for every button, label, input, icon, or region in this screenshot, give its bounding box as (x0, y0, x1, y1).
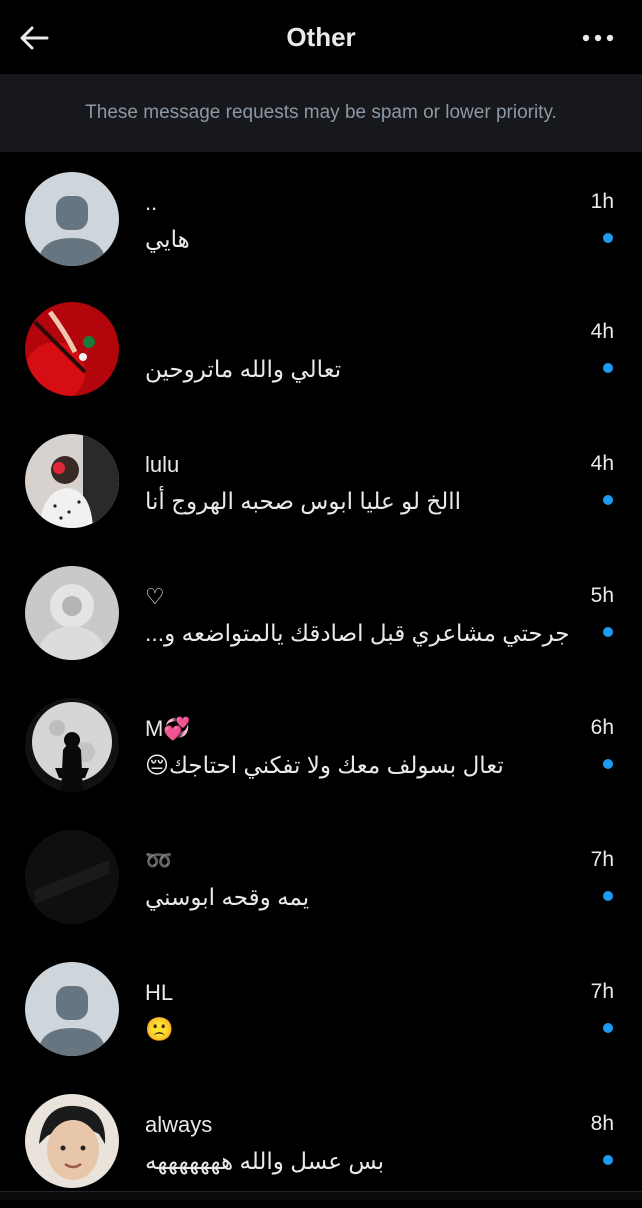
avatar-photo (25, 566, 119, 660)
conversation-message: جرحتي مشاعري قبل اصادقك يالمتواضعه و... (145, 620, 570, 646)
conversation-row[interactable]: تعالي والله ماتروحين 4h (0, 284, 642, 416)
bottom-navigation-bar (0, 1191, 642, 1200)
conversation-name: lulu (145, 452, 180, 477)
conversation-time: 6h (590, 716, 614, 739)
unread-indicator (603, 1023, 613, 1033)
conversation-time: 7h (590, 980, 614, 1003)
conversation-row[interactable]: ➿ يمه وقحه ابوسني 7h (0, 812, 642, 944)
conversation-message: بس عسل والله هههههههه (145, 1148, 385, 1174)
conversation-message: يمه وقحه ابوسني (145, 884, 310, 910)
conversation-name: ➿ (145, 848, 173, 873)
conversation-row[interactable]: ♡ جرحتي مشاعري قبل اصادقك يالمتواضعه و..… (0, 548, 642, 680)
unread-indicator (603, 495, 613, 505)
conversation-message: تعالي والله ماتروحين (145, 356, 342, 382)
conversation-row[interactable]: .. هايي 1h (0, 152, 642, 284)
avatar (25, 1094, 119, 1188)
conversation-message: االخ لو عليا ابوس صحبه الهروج أنا (145, 488, 461, 514)
arrow-left-icon (20, 26, 49, 50)
avatar (25, 434, 119, 528)
avatar (25, 566, 119, 660)
conversation-time: 4h (590, 452, 614, 475)
avatar-photo (25, 302, 119, 396)
avatar (25, 302, 119, 396)
back-button[interactable] (14, 18, 54, 58)
unread-indicator (603, 1155, 613, 1165)
conversation-row[interactable]: lulu االخ لو عليا ابوس صحبه الهروج أنا 4… (0, 416, 642, 548)
avatar-photo (25, 698, 119, 792)
avatar (25, 962, 119, 1056)
avatar-photo (25, 1094, 119, 1188)
avatar-photo (25, 830, 119, 924)
unread-indicator (603, 233, 613, 243)
more-options-button[interactable] (578, 18, 618, 58)
more-horizontal-icon (582, 34, 614, 42)
conversation-time: 8h (590, 1112, 614, 1135)
avatar (25, 172, 119, 266)
avatar (25, 698, 119, 792)
conversation-time: 5h (590, 584, 614, 607)
conversation-message: تعال بسولف معك ولا تفكني احتاجك😔 (145, 752, 504, 778)
spam-notice-text: These message requests may be spam or lo… (85, 102, 557, 123)
page-title: Other (286, 21, 356, 52)
conversation-name: always (145, 1112, 213, 1137)
conversation-name: ♡ (145, 584, 165, 609)
conversation-name: M💞 (145, 716, 191, 741)
unread-indicator (603, 627, 613, 637)
conversation-list: .. هايي 1h تعالي والله ماتروحين 4h lulu … (0, 152, 642, 1208)
header: Other (0, 0, 642, 74)
conversation-message: 🙁 (145, 1016, 174, 1042)
unread-indicator (603, 363, 613, 373)
conversation-row[interactable]: M💞 تعال بسولف معك ولا تفكني احتاجك😔 6h (0, 680, 642, 812)
conversation-row[interactable]: always بس عسل والله هههههههه 8h (0, 1076, 642, 1208)
conversation-time: 1h (590, 190, 614, 213)
avatar (25, 830, 119, 924)
avatar-photo (25, 434, 119, 528)
conversation-message: هايي (145, 226, 190, 252)
unread-indicator (603, 891, 613, 901)
conversation-time: 4h (590, 320, 614, 343)
spam-notice: These message requests may be spam or lo… (0, 74, 642, 152)
default-avatar-icon (25, 172, 119, 266)
unread-indicator (603, 759, 613, 769)
conversation-name: .. (145, 190, 158, 215)
default-avatar-icon (25, 962, 119, 1056)
conversation-row[interactable]: HL 🙁 7h (0, 944, 642, 1076)
conversation-time: 7h (590, 848, 614, 871)
conversation-name: HL (145, 980, 174, 1005)
